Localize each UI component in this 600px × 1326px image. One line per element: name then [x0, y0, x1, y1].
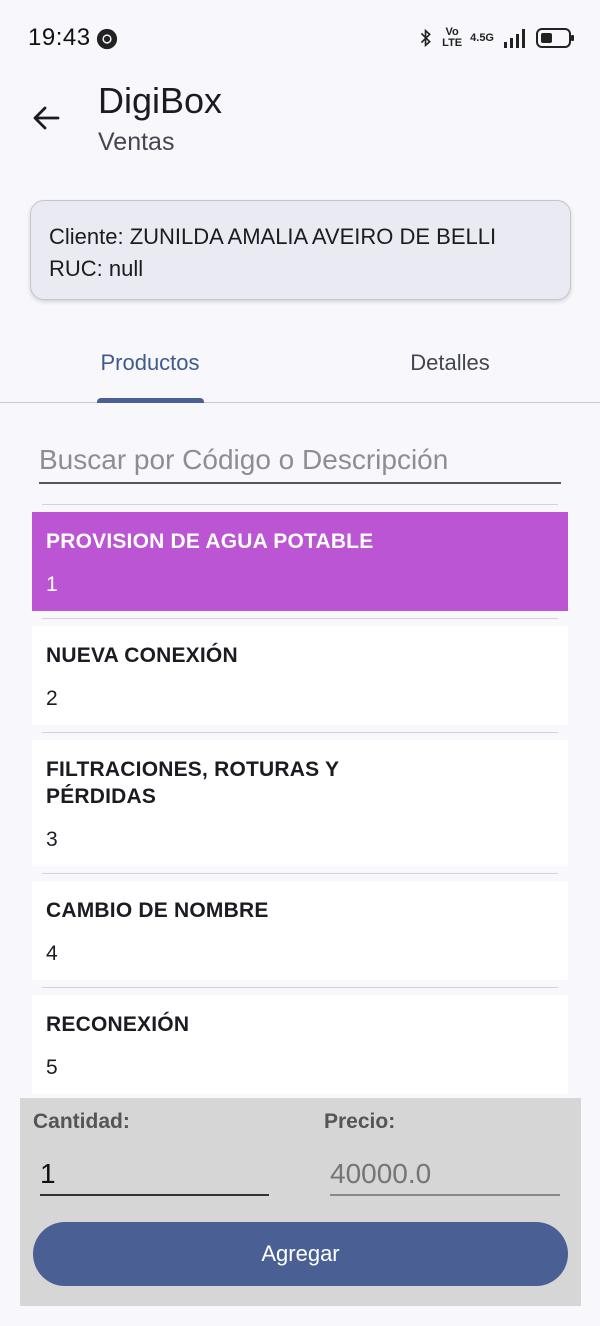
product-code: 5: [46, 1056, 58, 1079]
product-item[interactable]: CAMBIO DE NOMBRE 4: [32, 881, 568, 980]
list-divider: [42, 873, 558, 874]
client-card: Cliente: ZUNILDA AMALIA AVEIRO DE BELLI …: [30, 200, 571, 300]
signal-icon: [504, 29, 525, 48]
product-name: PROVISION DE AGUA POTABLE: [46, 530, 374, 553]
product-name: NUEVA CONEXIÓN: [46, 644, 238, 667]
network-type-indicator: 4.5G: [470, 31, 494, 44]
price-input[interactable]: [330, 1154, 560, 1194]
battery-icon: [536, 28, 574, 48]
product-name: RECONEXIÓN: [46, 1013, 190, 1036]
price-label: Precio:: [324, 1110, 396, 1133]
tab-bar: Productos Detalles: [0, 330, 600, 403]
product-item[interactable]: FILTRACIONES, ROTURAS Y PÉRDIDAS 3: [32, 740, 568, 866]
quantity-field: [40, 1154, 269, 1196]
network-type-label: 4.5G: [470, 31, 494, 44]
add-button[interactable]: Agregar: [33, 1222, 568, 1286]
volte-indicator: Vo LTE: [442, 27, 462, 49]
list-divider: [42, 732, 558, 733]
list-divider: [42, 504, 558, 505]
price-field: [330, 1154, 560, 1196]
product-code: 2: [46, 687, 58, 710]
order-panel: Cantidad: Precio: Agregar: [20, 1098, 581, 1306]
status-time: 19:43: [28, 24, 91, 51]
product-code: 1: [46, 573, 58, 596]
quantity-label: Cantidad:: [33, 1110, 130, 1133]
product-code: 4: [46, 942, 58, 965]
quantity-input[interactable]: [40, 1154, 269, 1194]
tab-detalles[interactable]: Detalles: [300, 330, 600, 402]
client-ruc: RUC: null: [49, 256, 144, 281]
list-divider: [42, 987, 558, 988]
back-button[interactable]: [24, 96, 68, 140]
bluetooth-icon: [421, 28, 432, 48]
product-code: 3: [46, 828, 58, 851]
product-name: CAMBIO DE NOMBRE: [46, 899, 269, 922]
product-item[interactable]: NUEVA CONEXIÓN 2: [32, 626, 568, 725]
search-input[interactable]: [39, 438, 561, 482]
tab-productos[interactable]: Productos: [0, 330, 300, 402]
status-bar: 19:43 Vo LTE 4.5G: [0, 0, 600, 76]
tab-indicator: [97, 398, 204, 403]
search-field: [39, 438, 561, 484]
status-icons: Vo LTE 4.5G: [418, 22, 576, 54]
volte-bottom-label: LTE: [442, 37, 463, 49]
product-name: FILTRACIONES, ROTURAS Y PÉRDIDAS: [46, 758, 339, 808]
client-name: Cliente: ZUNILDA AMALIA AVEIRO DE BELLI: [49, 224, 497, 249]
arrow-back-icon: [33, 106, 60, 130]
product-item[interactable]: RECONEXIÓN 5: [32, 995, 568, 1094]
list-divider: [42, 618, 558, 619]
product-item[interactable]: PROVISION DE AGUA POTABLE 1: [32, 512, 568, 611]
chrome-icon: [96, 28, 118, 50]
app-subtitle: Ventas: [98, 128, 175, 156]
app-title: DigiBox: [98, 80, 223, 121]
product-list[interactable]: PROVISION DE AGUA POTABLE 1 NUEVA CONEXI…: [32, 504, 568, 1098]
